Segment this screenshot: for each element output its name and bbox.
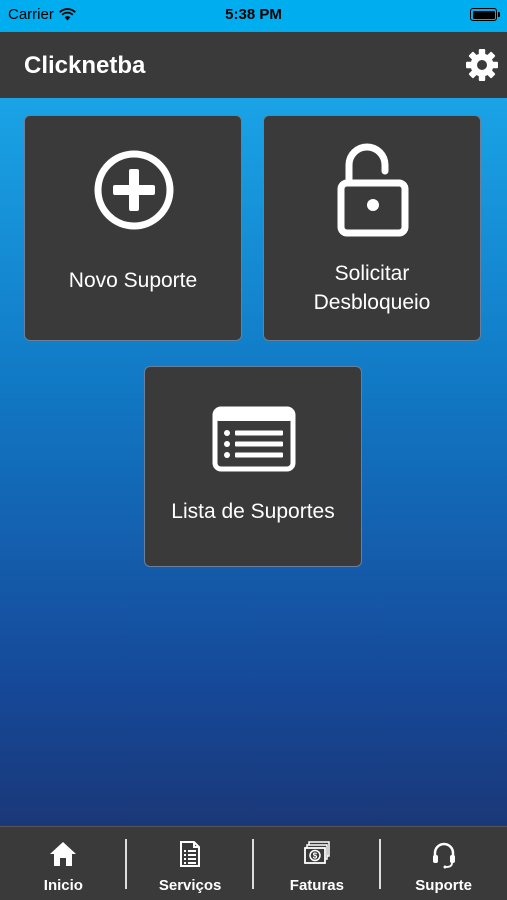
gear-icon[interactable]: [465, 48, 499, 82]
novo-suporte-button[interactable]: Novo Suporte: [24, 115, 242, 341]
tab-suporte[interactable]: Suporte: [380, 827, 507, 900]
list-icon: [212, 406, 296, 472]
main-content: Novo Suporte Solicitar Desbloqueio Lista…: [0, 98, 507, 826]
status-bar: Carrier 5:38 PM: [0, 0, 507, 32]
headset-icon: [432, 842, 455, 869]
nav-bar: Clicknetba: [0, 32, 507, 98]
tab-servicos-label: Serviços: [158, 877, 222, 894]
tab-suporte-label: Suporte: [415, 877, 472, 894]
solicitar-desbloqueio-label: Solicitar Desbloqueio: [313, 262, 431, 314]
novo-suporte-label: Novo Suporte: [68, 269, 198, 292]
tab-faturas[interactable]: $ Faturas: [254, 827, 381, 900]
document-icon: [180, 841, 201, 867]
tab-servicos[interactable]: Serviços: [127, 827, 254, 900]
plus-circle-icon: [94, 150, 174, 230]
lista-de-suportes-button[interactable]: Lista de Suportes: [144, 366, 362, 567]
tab-inicio[interactable]: Inicio: [0, 827, 127, 900]
tab-divider: [125, 839, 127, 889]
solicitar-desbloqueio-button[interactable]: Solicitar Desbloqueio: [263, 115, 481, 341]
app-title: Clicknetba: [24, 52, 146, 79]
tab-divider: [252, 839, 254, 889]
svg-text:$: $: [313, 852, 318, 861]
tab-faturas-label: Faturas: [289, 877, 344, 894]
unlock-icon: [337, 143, 409, 237]
money-icon: $: [303, 841, 330, 864]
battery-icon: [470, 8, 500, 21]
tab-bar: Inicio Serviços $ Faturas Suporte: [0, 826, 507, 900]
tab-inicio-label: Inicio: [43, 877, 83, 894]
tab-divider: [379, 839, 381, 889]
lista-de-suportes-label: Lista de Suportes: [171, 500, 335, 523]
clock: 5:38 PM: [225, 6, 282, 23]
home-icon: [50, 842, 77, 866]
